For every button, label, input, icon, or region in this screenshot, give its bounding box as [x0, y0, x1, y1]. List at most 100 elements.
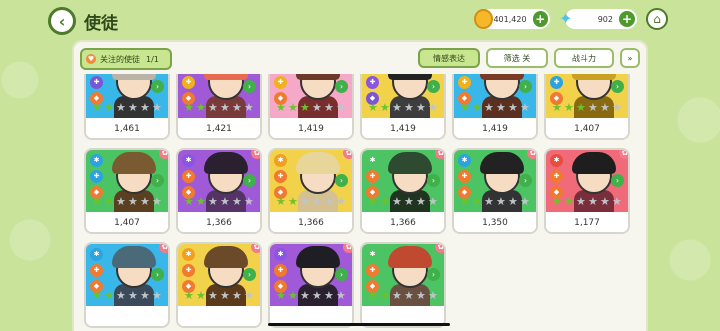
character-hair: [296, 74, 340, 80]
chevron-down-icon: »: [627, 53, 633, 63]
star-icon: ★: [392, 101, 402, 114]
sort-power-button[interactable]: 战斗力: [554, 48, 614, 68]
star-icon: ★: [368, 195, 378, 208]
star-icon: ★: [208, 195, 218, 208]
apostle-card[interactable]: ✱✚◆›★★★★★★1,419: [452, 74, 538, 140]
apostle-portrait: ✱✚◆›★★★★★★: [178, 74, 260, 118]
role-icon: ✚: [90, 76, 103, 89]
star-rating: ★ ★ ★ ★ ★ ★: [92, 290, 163, 302]
star-icon: ★: [496, 195, 506, 208]
star-icon: ★: [140, 195, 150, 208]
star-icon: ★: [392, 289, 402, 302]
apostle-card[interactable]: ✱✚◆›★★★★★★1,461: [84, 74, 170, 140]
favorite-flower-icon: ✿: [619, 150, 628, 159]
apostle-portrait: ✱✚◆›★★★★★★: [454, 150, 536, 212]
chevron-right-icon[interactable]: ›: [243, 80, 256, 93]
apostle-card[interactable]: ✱ ✚ ◆ › ★ ★ ★ ★ ★ ★ 1,350 ✿: [452, 148, 538, 234]
star-icon: ★: [232, 195, 242, 208]
character-hair: [480, 74, 524, 80]
star-icon: ★: [140, 289, 150, 302]
star-icon: ★: [496, 101, 506, 114]
star-icon: ★: [300, 195, 310, 208]
chevron-right-icon[interactable]: ›: [427, 268, 440, 281]
star-rating: ★ ★ ★ ★ ★ ★: [368, 290, 439, 302]
star-rating: ★ ★ ★ ★ ★ ★: [184, 196, 255, 208]
role-icon: ✚: [182, 264, 195, 277]
star-icon: ★: [324, 101, 334, 114]
role-icon: ✚: [550, 170, 563, 183]
apostle-grid: ✱✚◆›★★★★★★1,461✱✚◆›★★★★★★1,421✱✚◆›★★★★★★…: [84, 74, 640, 331]
star-icon: ★: [600, 101, 610, 114]
add-gold-button[interactable]: +: [532, 11, 548, 27]
chevron-right-icon[interactable]: ›: [243, 268, 256, 281]
power-value: 1,419: [270, 120, 352, 138]
favorites-tab[interactable]: ♥ 关注的使徒 1/1: [80, 48, 172, 70]
heart-icon: ♥: [86, 54, 96, 64]
apostle-card[interactable]: ✱✚◆›★★★★★★1,421: [176, 74, 262, 140]
chevron-right-icon[interactable]: ›: [519, 174, 532, 187]
star-rating: ★ ★ ★ ★ ★ ★: [368, 196, 439, 208]
chevron-right-icon[interactable]: ›: [519, 80, 532, 93]
power-value: 1,407: [546, 120, 628, 138]
mood-button[interactable]: 情感表达: [418, 48, 480, 68]
apostle-portrait: ✱✚◆›★★★★★★: [86, 74, 168, 118]
star-icon: ★: [368, 289, 378, 302]
apostle-card[interactable]: ✱ ✚ ◆ › ★ ★ ★ ★ ★ ★ 1,366 ✿: [360, 148, 446, 234]
chevron-right-icon[interactable]: ›: [151, 268, 164, 281]
character-hair: [572, 152, 616, 174]
chevron-right-icon[interactable]: ›: [427, 80, 440, 93]
collapse-button[interactable]: »: [620, 48, 640, 68]
star-icon: ★: [116, 101, 126, 114]
chevron-right-icon[interactable]: ›: [243, 174, 256, 187]
chevron-right-icon[interactable]: ›: [611, 80, 624, 93]
star-icon: ★: [208, 289, 218, 302]
star-icon: ★: [472, 101, 482, 114]
apostle-card[interactable]: ✱ ✚ ◆ › ★ ★ ★ ★ ★ ★ 1,407 ✿: [84, 148, 170, 234]
chevron-right-icon[interactable]: ›: [335, 80, 348, 93]
apostle-card[interactable]: ✱ ✚ ◆ › ★ ★ ★ ★ ★ ★ 1,366 ✿: [268, 148, 354, 234]
apostle-card[interactable]: ✱ ✚ ◆ › ★ ★ ★ ★ ★ ★ 1,177 ✿: [544, 148, 630, 234]
character-hair: [204, 74, 248, 80]
power-value: 1,461: [86, 120, 168, 138]
star-icon: ★: [244, 289, 254, 302]
apostle-card[interactable]: ✱ ✚ ◆ › ★ ★ ★ ★ ★ ★ ✿: [176, 242, 262, 328]
apostle-card[interactable]: ✱ ✚ ◆ › ★ ★ ★ ★ ★ ★ 1,366 ✿: [176, 148, 262, 234]
role-icon: ✱: [90, 154, 103, 167]
star-icon: ★: [232, 101, 242, 114]
role-icon: ✚: [90, 264, 103, 277]
gem-icon: ✦: [559, 9, 573, 28]
star-icon: ★: [404, 289, 414, 302]
apostle-card[interactable]: ✱✚◆›★★★★★★1,419: [360, 74, 446, 140]
home-button[interactable]: ⌂: [646, 8, 668, 30]
star-icon: ★: [428, 101, 438, 114]
star-icon: ★: [196, 101, 206, 114]
chevron-right-icon[interactable]: ›: [335, 174, 348, 187]
home-indicator: [268, 323, 450, 326]
back-button[interactable]: ‹: [48, 7, 76, 35]
star-icon: ★: [576, 101, 586, 114]
gold-resource: 401,420 +: [474, 9, 550, 29]
chevron-right-icon[interactable]: ›: [427, 174, 440, 187]
star-rating: ★ ★ ★ ★ ★ ★: [276, 290, 347, 302]
apostle-card[interactable]: ✱✚◆›★★★★★★1,407: [544, 74, 630, 140]
star-icon: ★: [220, 289, 230, 302]
chevron-right-icon[interactable]: ›: [611, 174, 624, 187]
chevron-right-icon[interactable]: ›: [335, 268, 348, 281]
favorite-flower-icon: ✿: [435, 150, 444, 159]
apostle-card[interactable]: ✱ ✚ ◆ › ★ ★ ★ ★ ★ ★ ✿: [360, 242, 446, 328]
favorite-flower-icon: ✿: [343, 150, 352, 159]
star-icon: ★: [380, 101, 390, 114]
apostle-card[interactable]: ✱ ✚ ◆ › ★ ★ ★ ★ ★ ★ ✿: [84, 242, 170, 328]
add-gem-button[interactable]: +: [619, 11, 635, 27]
star-icon: ★: [564, 101, 574, 114]
apostle-card[interactable]: ✱✚◆›★★★★★★1,419: [268, 74, 354, 140]
chevron-right-icon[interactable]: ›: [151, 80, 164, 93]
star-icon: ★: [564, 195, 574, 208]
character-hair: [480, 152, 524, 174]
power-value: [178, 308, 260, 326]
star-icon: ★: [520, 195, 530, 208]
chevron-right-icon[interactable]: ›: [151, 174, 164, 187]
apostle-card[interactable]: ✱ ✚ ◆ › ★ ★ ★ ★ ★ ★ ✿: [268, 242, 354, 328]
filter-button[interactable]: 筛选 关: [486, 48, 548, 68]
role-icon: ✚: [274, 264, 287, 277]
